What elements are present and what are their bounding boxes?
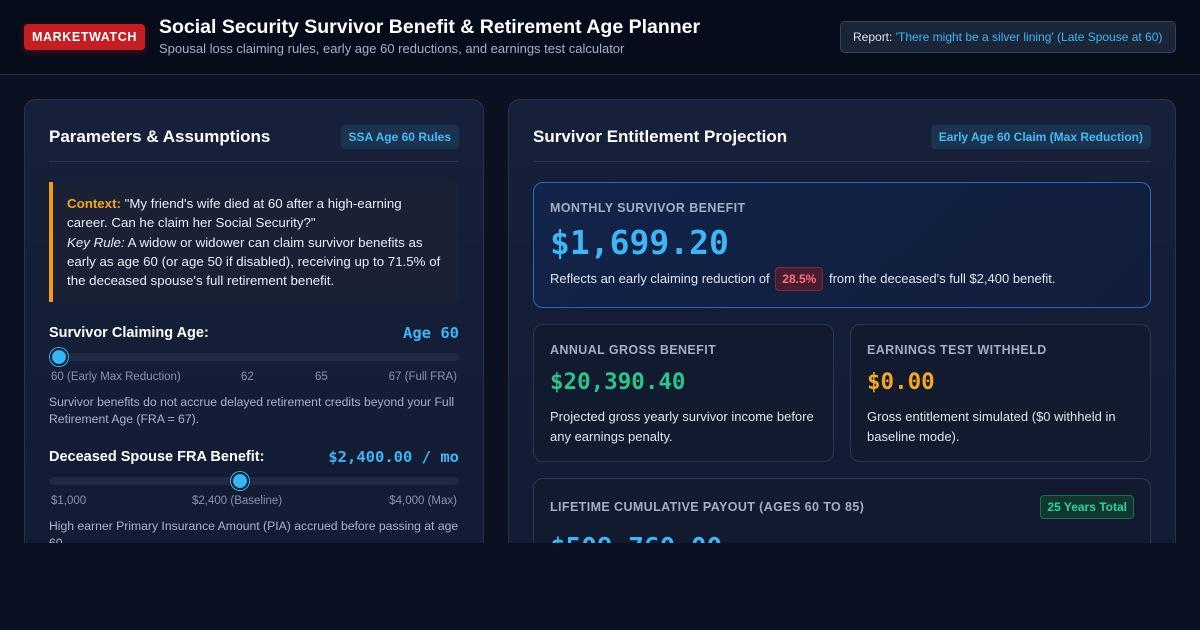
- ssa-rules-chip: SSA Age 60 Rules: [340, 125, 459, 149]
- age-tick-65: 65: [315, 371, 328, 383]
- claiming-age-label: Survivor Claiming Age:: [49, 325, 209, 341]
- context-callout: Context: "My friend's wife died at 60 af…: [49, 182, 459, 302]
- monthly-note-before: Reflects an early claiming reduction of: [550, 271, 770, 286]
- fra-tick-baseline: $2,400 (Baseline): [192, 495, 283, 507]
- claim-scenario-chip: Early Age 60 Claim (Max Reduction): [930, 125, 1151, 149]
- earnings-test-card: EARNINGS TEST WITHHELD $0.00 Gross entit…: [850, 324, 1151, 462]
- fra-benefit-slider-thumb[interactable]: [231, 472, 250, 490]
- annual-benefit-value: $20,390.40: [550, 369, 686, 395]
- claiming-age-hint: Survivor benefits do not accrue delayed …: [49, 395, 455, 426]
- monthly-benefit-note: Reflects an early claiming reduction of …: [550, 267, 1055, 291]
- claiming-age-slider-thumb[interactable]: [50, 348, 68, 366]
- brand-logo: MARKETWATCH: [24, 24, 145, 50]
- age-tick-60: 60 (Early Max Reduction): [51, 371, 181, 383]
- divider: [49, 161, 459, 162]
- reduction-percent-badge: 28.5%: [775, 267, 824, 291]
- monthly-benefit-card: MONTHLY SURVIVOR BENEFIT $1,699.20 Refle…: [533, 182, 1151, 308]
- fra-tick-min: $1,000: [51, 495, 87, 507]
- annual-benefit-note: Projected gross yearly survivor income b…: [550, 409, 814, 444]
- report-link-box[interactable]: Report: 'There might be a silver lining'…: [840, 21, 1176, 53]
- main-content: Parameters & Assumptions SSA Age 60 Rule…: [0, 75, 1200, 543]
- earnings-test-label: EARNINGS TEST WITHHELD: [867, 343, 1047, 357]
- divider: [533, 161, 1151, 162]
- monthly-benefit-label: MONTHLY SURVIVOR BENEFIT: [550, 201, 746, 215]
- lifetime-payout-label: LIFETIME CUMULATIVE PAYOUT (AGES 60 TO 8…: [550, 500, 865, 514]
- projection-title: Survivor Entitlement Projection: [533, 127, 788, 146]
- age-tick-62: 62: [241, 371, 254, 383]
- claiming-age-value: Age 60: [403, 324, 459, 342]
- page-title: Social Security Survivor Benefit & Retir…: [159, 16, 701, 38]
- earnings-test-note: Gross entitlement simulated ($0 withheld…: [867, 409, 1116, 444]
- context-label: Context:: [67, 196, 121, 211]
- fra-benefit-hint: High earner Primary Insurance Amount (PI…: [49, 519, 459, 543]
- lifetime-payout-value: $509,760.00: [550, 533, 722, 543]
- app-header: MARKETWATCH Social Security Survivor Ben…: [0, 0, 1200, 75]
- claiming-age-slider[interactable]: [49, 348, 459, 366]
- annual-benefit-label: ANNUAL GROSS BENEFIT: [550, 343, 717, 357]
- monthly-benefit-value: $1,699.20: [550, 223, 729, 262]
- report-link[interactable]: 'There might be a silver lining' (Late S…: [896, 30, 1163, 44]
- page-subtitle: Spousal loss claiming rules, early age 6…: [159, 41, 625, 56]
- age-tick-67: 67 (Full FRA): [388, 371, 457, 383]
- monthly-note-after: from the deceased's full $2,400 benefit.: [828, 271, 1056, 286]
- annual-benefit-card: ANNUAL GROSS BENEFIT $20,390.40 Projecte…: [533, 324, 834, 462]
- parameters-panel: Parameters & Assumptions SSA Age 60 Rule…: [24, 99, 484, 543]
- fra-tick-max: $4,000 (Max): [389, 495, 457, 507]
- projection-panel: Survivor Entitlement Projection Early Ag…: [508, 99, 1176, 543]
- fra-benefit-slider[interactable]: [49, 472, 459, 490]
- report-prefix: Report:: [853, 30, 893, 44]
- fra-benefit-value: $2,400.00 / mo: [328, 448, 459, 466]
- parameters-title: Parameters & Assumptions: [49, 127, 271, 146]
- earnings-test-value: $0.00: [867, 369, 935, 395]
- rule-label: Key Rule:: [67, 234, 125, 250]
- years-total-badge: 25 Years Total: [1040, 495, 1134, 519]
- lifetime-payout-card: LIFETIME CUMULATIVE PAYOUT (AGES 60 TO 8…: [533, 478, 1151, 543]
- fra-benefit-label: Deceased Spouse FRA Benefit:: [49, 449, 265, 465]
